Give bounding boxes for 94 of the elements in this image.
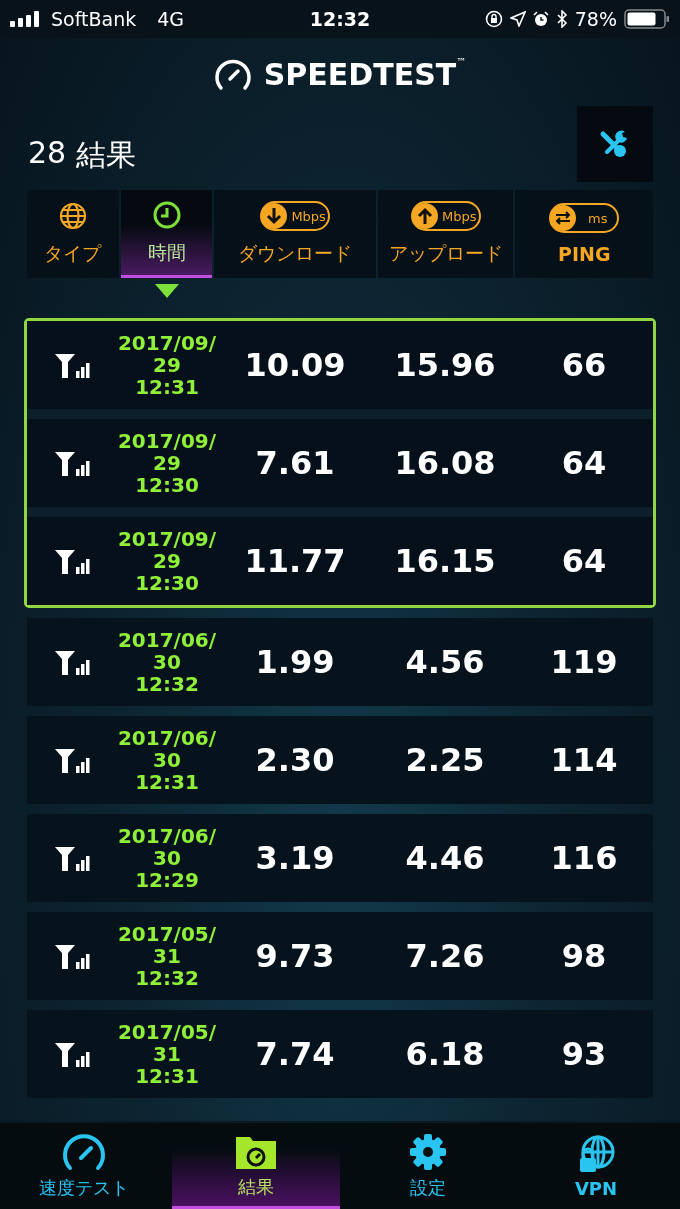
upload-value: 7.26	[405, 937, 485, 975]
upload-value: 2.25	[405, 741, 485, 779]
sort-tab[interactable]: Mbps ダウンロード	[214, 190, 376, 278]
test-date: 2017/06/	[117, 727, 217, 749]
ping-value: 93	[561, 1035, 607, 1073]
globe-icon	[57, 201, 88, 231]
download-value: 7.74	[255, 1035, 335, 1073]
carrier-name: SoftBank	[51, 8, 137, 30]
cellular-icon	[55, 352, 91, 378]
upload-value: 6.18	[405, 1035, 485, 1073]
battery-icon	[624, 9, 670, 29]
ping-value: 98	[561, 937, 607, 975]
download-value: 7.61	[255, 444, 335, 482]
test-time: 12:30	[135, 572, 199, 594]
test-day: 30	[153, 651, 181, 673]
ping-value: 114	[550, 741, 618, 779]
location-icon	[509, 11, 526, 27]
test-date: 2017/05/	[117, 923, 217, 945]
gauge-icon	[62, 1132, 106, 1172]
results-title: 結果	[76, 135, 137, 174]
cellular-icon	[55, 450, 91, 476]
gauge-icon	[213, 57, 252, 91]
speed-unit-badge: Mbps	[410, 201, 481, 231]
test-date: 2017/09/	[117, 430, 217, 452]
test-time: 12:31	[135, 376, 199, 398]
alarm-icon	[532, 11, 549, 27]
sort-arrow-icon	[155, 284, 179, 298]
result-row[interactable]: 2017/06/ 30 12:31 2.30 2.25 114	[27, 716, 653, 804]
sort-tab[interactable]: 時間	[120, 190, 213, 278]
battery-percent: 78%	[574, 8, 617, 30]
test-day: 31	[153, 1043, 181, 1065]
test-date: 2017/06/	[117, 629, 217, 651]
download-value: 1.99	[255, 643, 335, 681]
ping-value: 119	[550, 643, 618, 681]
test-time: 12:31	[135, 1065, 199, 1087]
test-day: 30	[153, 847, 181, 869]
ping-unit-badge: ms	[549, 203, 620, 233]
result-row[interactable]: 2017/05/ 31 12:32 9.73 7.26 98	[27, 912, 653, 1000]
test-time: 12:31	[135, 771, 199, 793]
result-row[interactable]: 2017/06/ 30 12:32 1.99 4.56 119	[27, 618, 653, 706]
download-value: 10.09	[244, 346, 346, 384]
speed-unit-badge: Mbps	[260, 201, 331, 231]
test-date: 2017/06/	[117, 825, 217, 847]
clock: 12:32	[309, 8, 371, 30]
result-row[interactable]: 2017/09/ 29 12:31 10.09 15.96 66	[27, 321, 653, 409]
clock-icon	[151, 199, 182, 230]
test-day: 29	[153, 452, 181, 474]
tab-bar-item[interactable]: VPN	[512, 1123, 680, 1209]
result-count: 28	[28, 134, 67, 172]
cellular-icon	[55, 943, 91, 969]
test-time: 12:32	[135, 967, 199, 989]
download-value: 9.73	[255, 937, 335, 975]
result-row[interactable]: 2017/06/ 30 12:29 3.19 4.46 116	[27, 814, 653, 902]
cellular-icon	[55, 1041, 91, 1067]
test-time: 12:29	[135, 869, 199, 891]
ping-value: 116	[550, 839, 618, 877]
upload-value: 16.08	[394, 444, 496, 482]
network-type: 4G	[157, 8, 185, 30]
upload-value: 4.56	[405, 643, 485, 681]
app-logo: SPEEDTEST	[263, 56, 457, 92]
result-row[interactable]: 2017/09/ 29 12:30 11.77 16.15 64	[27, 517, 653, 605]
test-day: 29	[153, 354, 181, 376]
tab-bar-item[interactable]: 速度テスト	[0, 1123, 168, 1209]
upload-value: 15.96	[394, 346, 496, 384]
cellular-icon	[55, 649, 91, 675]
ping-value: 64	[561, 444, 607, 482]
sort-tab[interactable]: タイプ	[27, 190, 119, 278]
test-date: 2017/05/	[117, 1021, 217, 1043]
download-value: 3.19	[255, 839, 335, 877]
test-day: 29	[153, 550, 181, 572]
upload-value: 16.15	[394, 542, 496, 580]
result-row[interactable]: 2017/09/ 29 12:30 7.61 16.08 64	[27, 419, 653, 507]
rotation-lock-icon	[484, 10, 503, 28]
sort-tab[interactable]: ms PING	[515, 190, 653, 278]
trademark: ™	[456, 56, 467, 67]
upload-value: 4.46	[405, 839, 485, 877]
download-value: 11.77	[244, 542, 346, 580]
download-value: 2.30	[255, 741, 335, 779]
test-time: 12:30	[135, 474, 199, 496]
sort-tab[interactable]: Mbps アップロード	[377, 190, 514, 278]
tools-button[interactable]	[577, 106, 653, 182]
test-time: 12:32	[135, 673, 199, 695]
cellular-icon	[55, 845, 91, 871]
tab-bar-item[interactable]: 設定	[344, 1123, 512, 1209]
bluetooth-icon	[555, 10, 568, 28]
cellular-icon	[55, 548, 91, 574]
ping-value: 64	[561, 542, 607, 580]
test-day: 30	[153, 749, 181, 771]
test-day: 31	[153, 945, 181, 967]
ping-value: 66	[561, 346, 607, 384]
test-date: 2017/09/	[117, 332, 217, 354]
result-row[interactable]: 2017/05/ 31 12:31 7.74 6.18 93	[27, 1010, 653, 1098]
cellular-icon	[55, 747, 91, 773]
test-date: 2017/09/	[117, 528, 217, 550]
